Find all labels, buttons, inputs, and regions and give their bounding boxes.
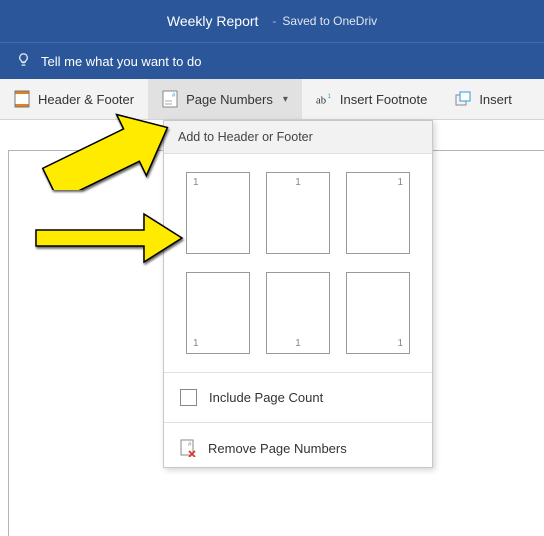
footnote-icon: ab1 xyxy=(316,90,332,108)
page-number-position-grid: 1 1 1 1 1 1 xyxy=(164,154,432,366)
remove-page-numbers-icon: # xyxy=(180,439,196,457)
divider xyxy=(164,372,432,373)
header-footer-icon xyxy=(14,90,30,108)
chevron-down-icon: ▾ xyxy=(283,94,288,105)
annotation-arrow-top xyxy=(39,104,179,190)
page-numbers-dropdown: Add to Header or Footer 1 1 1 1 1 1 Incl… xyxy=(163,120,433,468)
annotation-arrow-bottom xyxy=(34,210,184,266)
svg-text:ab: ab xyxy=(316,95,326,106)
page-number-bottom-center[interactable]: 1 xyxy=(266,272,330,354)
include-page-count-row[interactable]: Include Page Count xyxy=(164,379,432,416)
remove-page-numbers-label: Remove Page Numbers xyxy=(208,441,347,456)
page-numbers-label: Page Numbers xyxy=(186,92,273,107)
divider xyxy=(164,422,432,423)
remove-page-numbers-row[interactable]: # Remove Page Numbers xyxy=(164,429,432,467)
insert-label: Insert xyxy=(479,92,512,107)
page-number-top-center[interactable]: 1 xyxy=(266,172,330,254)
page-number-bottom-right[interactable]: 1 xyxy=(346,272,410,354)
tell-me-text: Tell me what you want to do xyxy=(41,54,201,69)
lightbulb-icon xyxy=(16,52,31,71)
save-status: - Saved to OneDriv xyxy=(272,14,377,28)
insert-button[interactable]: Insert xyxy=(441,79,526,119)
save-status-text: Saved to OneDriv xyxy=(282,14,377,28)
tell-me-bar[interactable]: Tell me what you want to do xyxy=(0,42,544,79)
insert-footnote-button[interactable]: ab1 Insert Footnote xyxy=(302,79,441,119)
title-bar: Weekly Report - Saved to OneDriv xyxy=(0,0,544,42)
insert-icon xyxy=(455,90,471,108)
document-title: Weekly Report xyxy=(167,13,259,29)
include-page-count-checkbox[interactable] xyxy=(180,389,197,406)
svg-text:1: 1 xyxy=(327,93,331,100)
page-number-top-right[interactable]: 1 xyxy=(346,172,410,254)
page-number-top-left[interactable]: 1 xyxy=(186,172,250,254)
include-page-count-label: Include Page Count xyxy=(209,390,323,405)
dropdown-header: Add to Header or Footer xyxy=(164,121,432,154)
page-number-bottom-left[interactable]: 1 xyxy=(186,272,250,354)
insert-footnote-label: Insert Footnote xyxy=(340,92,427,107)
